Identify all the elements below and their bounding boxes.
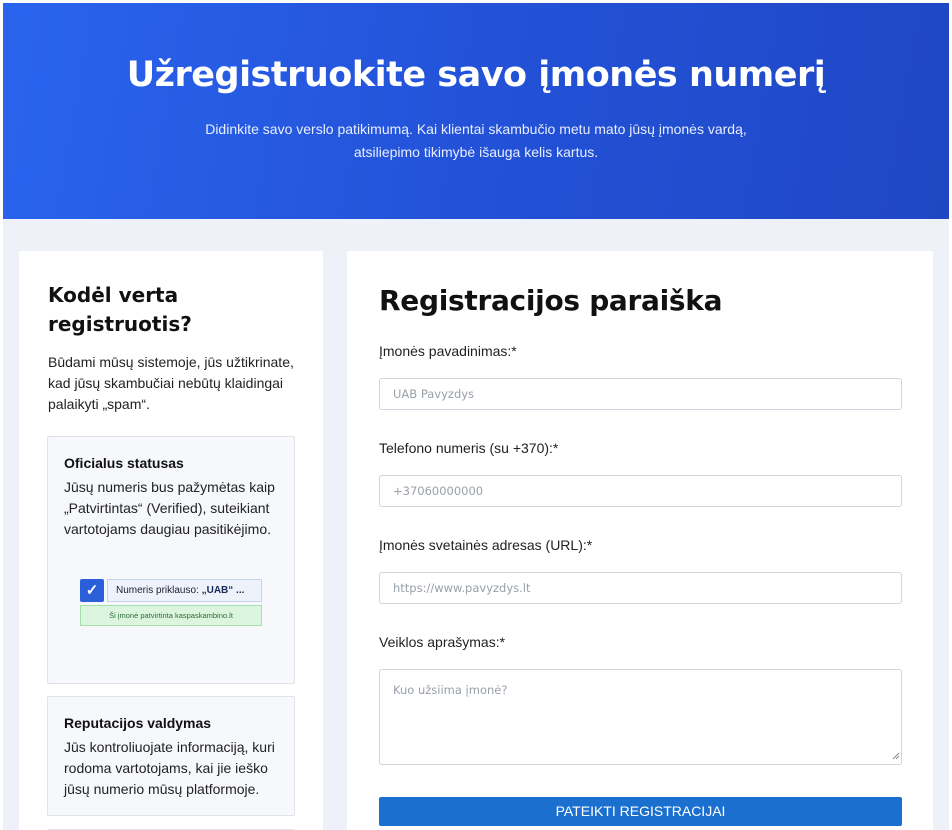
hero-title: Užregistruokite savo įmonės numerį xyxy=(126,55,826,95)
card-text: Jūs kontroliuojate informaciją, kuri rod… xyxy=(64,739,275,797)
hero-banner: Užregistruokite savo įmonės numerį Didin… xyxy=(3,3,949,219)
checkmark-icon: ✓ xyxy=(80,579,104,602)
hero-subtitle: Didinkite savo verslo patikimumą. Kai kl… xyxy=(205,121,747,160)
badge-owner-prefix: Numeris priklauso: xyxy=(116,585,199,596)
page-frame: Užregistruokite savo įmonės numerį Didin… xyxy=(3,3,949,830)
description-textarea[interactable] xyxy=(379,669,902,765)
card-text: Jūsų numeris bus pažymėtas kaip „Patvirt… xyxy=(64,479,275,537)
feature-card-reputation: Reputacijos valdymas Jūs kontroliuojate … xyxy=(47,696,295,816)
company-name-input[interactable] xyxy=(379,378,902,410)
description-label: Veiklos aprašymas:* xyxy=(379,634,506,650)
submit-registration-button[interactable]: PATEIKTI REGISTRACIJAI xyxy=(379,797,902,826)
phone-input[interactable] xyxy=(379,475,902,507)
benefits-sidebar: Kodėl verta registruotis? Būdami mūsų si… xyxy=(19,251,323,830)
company-name-label: Įmonės pavadinimas:* xyxy=(379,343,517,359)
feature-card-official-status: Oficialus statusas Jūsų numeris bus pažy… xyxy=(47,436,295,684)
badge-owner-line: Numeris priklauso: „UAB“ ... xyxy=(107,579,262,602)
website-input[interactable] xyxy=(379,572,902,604)
card-title: Reputacijos valdymas xyxy=(64,715,212,731)
sidebar-title: Kodėl verta registruotis? xyxy=(48,283,192,336)
badge-owner-name: „UAB“ ... xyxy=(201,585,245,596)
card-title: Oficialus statusas xyxy=(64,455,184,471)
resize-handle-icon[interactable] xyxy=(892,752,900,760)
verified-badge-preview: ✓ Numeris priklauso: „UAB“ ... Ši įmonė … xyxy=(80,579,263,629)
sidebar-intro: Būdami mūsų sistemoje, jūs užtikrinate, … xyxy=(48,354,294,412)
registration-form-panel: Registracijos paraiška Įmonės pavadinima… xyxy=(347,251,933,830)
form-title: Registracijos paraiška xyxy=(379,284,723,317)
badge-verified-text: Ši įmonė patvirtinta kaspaskambino.lt xyxy=(80,605,262,626)
phone-label: Telefono numeris (su +370):* xyxy=(379,440,559,456)
website-label: Įmonės svetainės adresas (URL):* xyxy=(379,537,593,553)
